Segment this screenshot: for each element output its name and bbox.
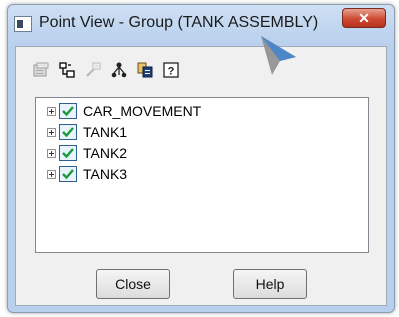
tree-structure-icon[interactable]	[110, 61, 128, 79]
help-icon[interactable]: ?	[162, 61, 180, 79]
tree-item-tank2[interactable]: TANK2	[47, 143, 127, 163]
toolbar: ?	[32, 59, 180, 81]
checkmark-icon	[62, 148, 74, 159]
group-tree-view[interactable]: CAR_MOVEMENT TANK1 TANK2 TANK3	[35, 97, 369, 253]
tree-item-label: TANK1	[83, 124, 128, 140]
copy-icon[interactable]	[136, 61, 154, 79]
help-button[interactable]: Help	[233, 269, 307, 299]
tree-item-checkbox[interactable]	[59, 103, 77, 119]
tree-item-tank3[interactable]: TANK3	[47, 164, 127, 184]
tree-item-checkbox[interactable]	[59, 124, 77, 140]
tree-item-car-movement[interactable]: CAR_MOVEMENT	[47, 101, 201, 121]
close-button[interactable]: Close	[96, 269, 170, 299]
tree-item-label: TANK2	[83, 145, 128, 161]
mouse-pointer-icon	[261, 36, 296, 75]
properties-icon[interactable]	[32, 61, 50, 79]
window-title: Point View - Group (TANK ASSEMBLY)	[39, 14, 319, 31]
tree-item-checkbox[interactable]	[59, 166, 77, 182]
point-view-dialog: Point View - Group (TANK ASSEMBLY) ✕ ? C…	[7, 4, 395, 313]
tree-item-label: CAR_MOVEMENT	[83, 103, 202, 119]
hierarchy-icon[interactable]	[58, 61, 76, 79]
expand-icon[interactable]	[47, 148, 56, 158]
expand-icon[interactable]	[47, 106, 56, 116]
window-close-button[interactable]: ✕	[342, 8, 386, 28]
tree-item-tank1[interactable]: TANK1	[47, 122, 127, 142]
window-app-icon	[14, 16, 32, 32]
checkmark-icon	[62, 169, 74, 180]
expand-icon[interactable]	[47, 127, 56, 137]
close-icon: ✕	[358, 9, 370, 26]
dialog-body: ? CAR_MOVEMENT TANK1 TANK2 TANK3 Close H…	[15, 46, 387, 306]
tree-item-label: TANK3	[83, 166, 128, 182]
disabled-tool-icon[interactable]	[84, 61, 102, 79]
checkmark-icon	[62, 127, 74, 138]
svg-text:?: ?	[168, 66, 175, 78]
checkmark-icon	[62, 106, 74, 117]
title-bar[interactable]: Point View - Group (TANK ASSEMBLY) ✕	[8, 5, 394, 41]
tree-item-checkbox[interactable]	[59, 145, 77, 161]
expand-icon[interactable]	[47, 169, 56, 179]
